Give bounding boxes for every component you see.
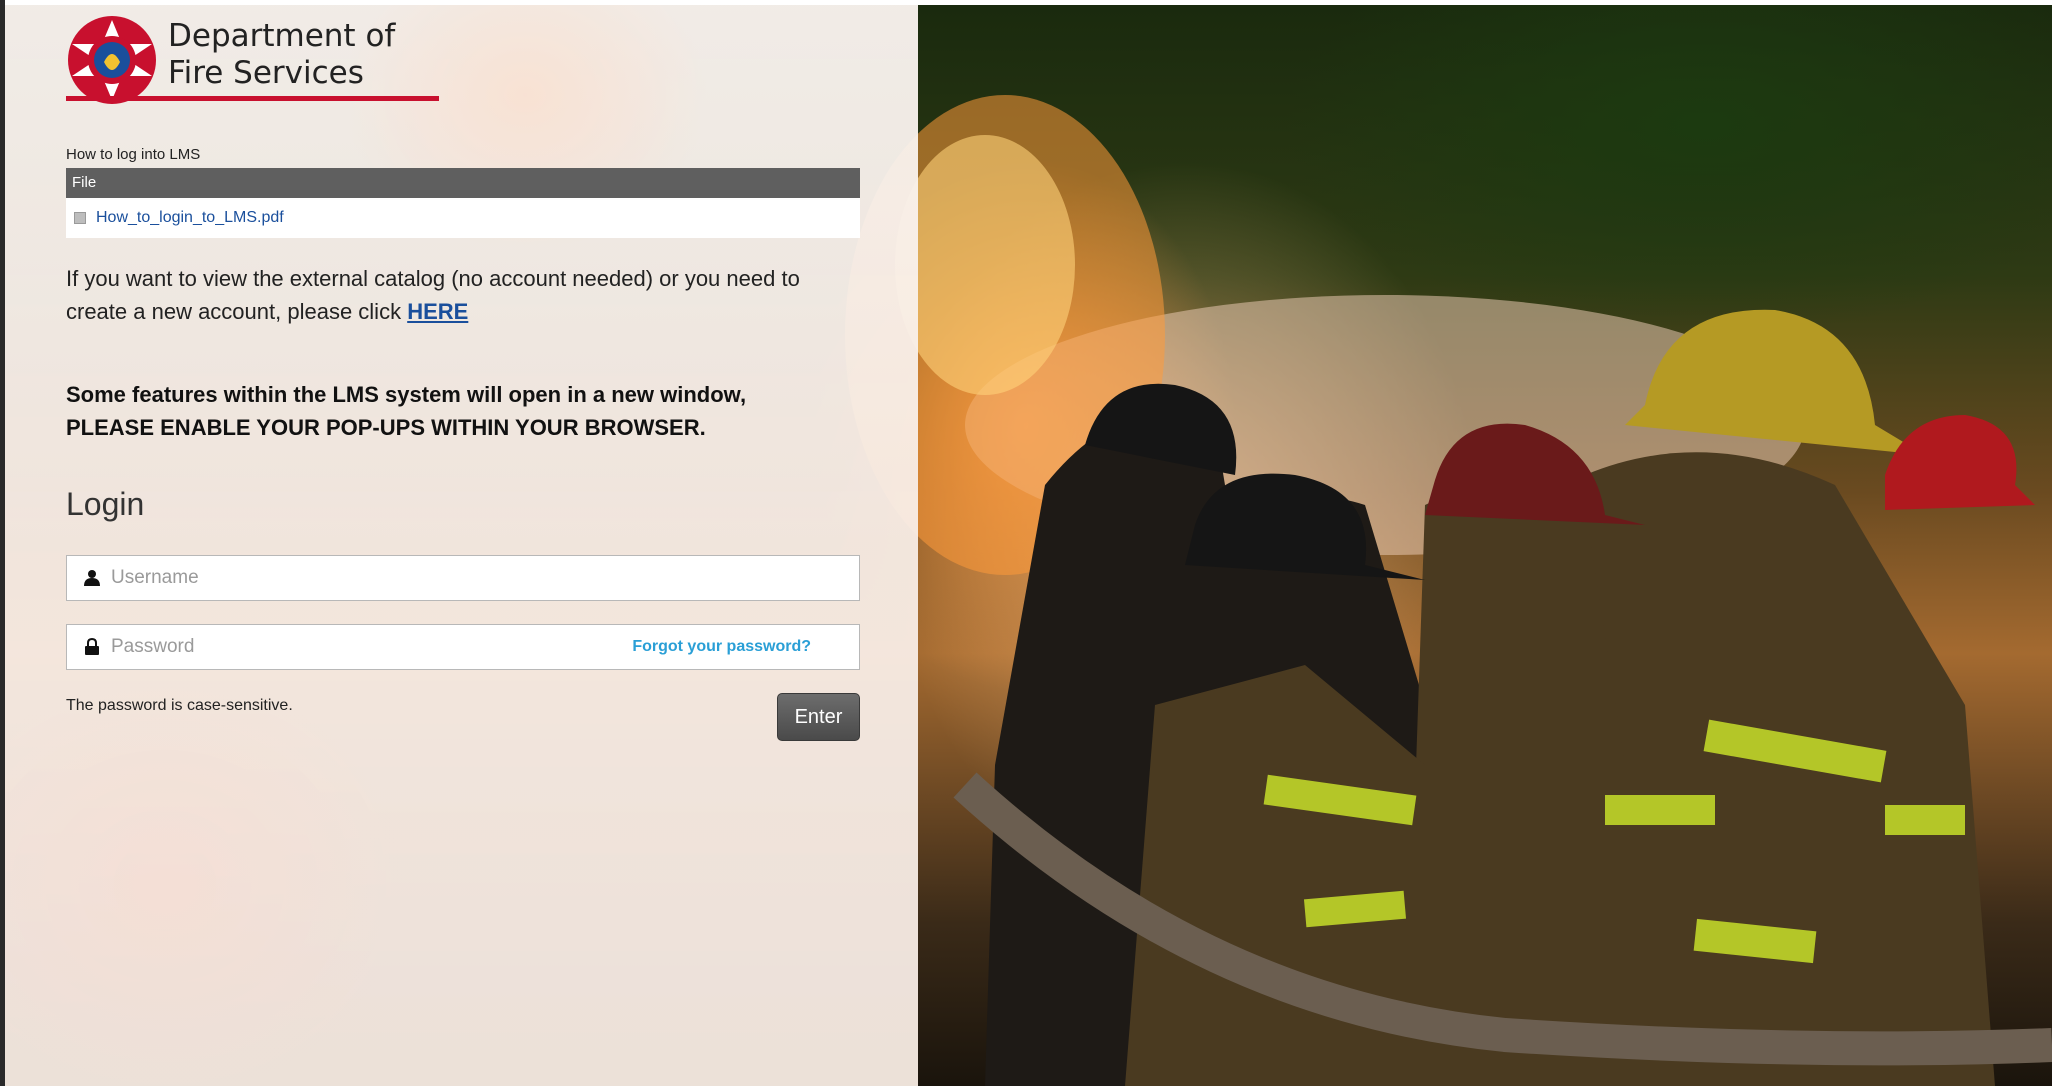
documents-table: File How_to_login_to_LMS.pdf: [66, 168, 860, 238]
logo-underline: [66, 96, 439, 101]
logo-line-2: Fire Services: [168, 55, 364, 91]
catalog-here-link[interactable]: HERE: [407, 299, 468, 324]
user-icon: [84, 570, 100, 586]
top-frame-edge: [0, 0, 2052, 5]
file-icon: [74, 212, 86, 224]
documents-table-header: File: [66, 168, 860, 198]
login-title: Login: [66, 486, 145, 522]
popup-notice-line-2: PLEASE ENABLE YOUR POP-UPS WITHIN YOUR B…: [66, 415, 706, 440]
dfs-logo[interactable]: Department of Fire Services: [66, 14, 441, 104]
password-input[interactable]: [109, 626, 633, 668]
username-input[interactable]: [109, 557, 859, 599]
lock-icon: [85, 638, 99, 655]
documents-table-row: How_to_login_to_LMS.pdf: [66, 198, 860, 238]
case-sensitive-note: The password is case-sensitive.: [66, 697, 293, 714]
documents-caption: How to log into LMS: [66, 146, 201, 163]
forgot-password-link[interactable]: Forgot your password?: [632, 638, 811, 656]
left-frame-edge: [0, 0, 5, 1086]
catalog-notice: If you want to view the external catalog…: [66, 262, 866, 328]
dfs-logo-text: Department of Fire Services: [168, 18, 395, 92]
popup-notice: Some features within the LMS system will…: [66, 378, 886, 444]
fire-services-seal-icon: [68, 16, 156, 104]
username-field[interactable]: [66, 555, 860, 601]
enter-button[interactable]: Enter: [777, 693, 860, 741]
login-guide-pdf-link[interactable]: How_to_login_to_LMS.pdf: [96, 209, 284, 227]
login-page: Department of Fire Services How to log i…: [0, 0, 2052, 1086]
password-field[interactable]: Forgot your password?: [66, 624, 860, 670]
logo-line-1: Department of: [168, 18, 396, 54]
popup-notice-line-1: Some features within the LMS system will…: [66, 382, 747, 407]
